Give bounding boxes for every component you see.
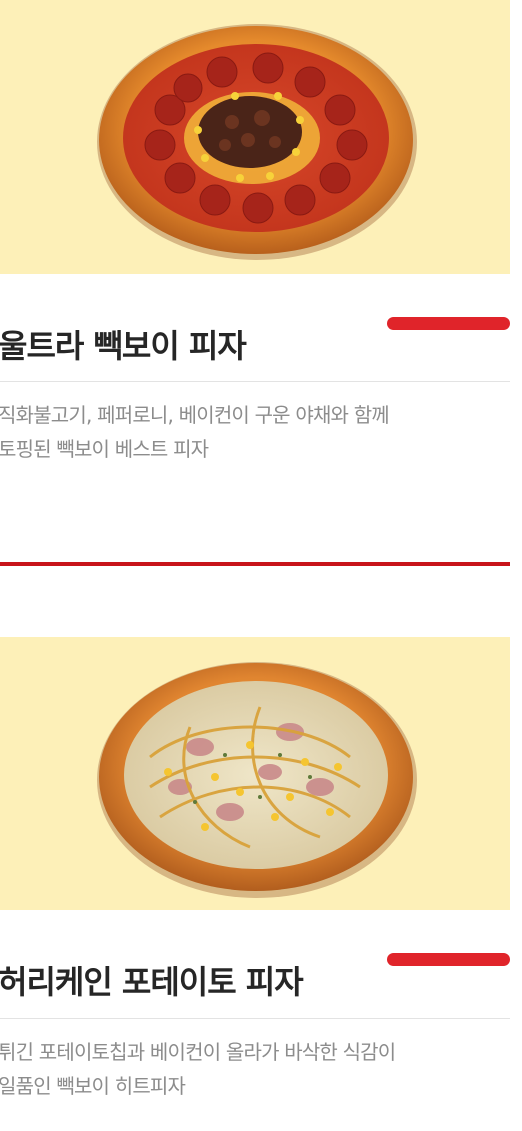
product-title: 허리케인 포테이토 피자 — [0, 963, 304, 1001]
product-title: 울트라 빽보이 피자 — [0, 327, 247, 365]
product-image-area[interactable] — [0, 637, 510, 910]
product-image-area[interactable] — [0, 0, 510, 274]
product-card[interactable]: 울트라 빽보이 피자 직화불고기, 페퍼로니, 베이컨이 구운 야채와 함께 토… — [0, 0, 510, 466]
accent-bar — [387, 317, 510, 330]
description-line: 직화불고기, 페퍼로니, 베이컨이 구운 야채와 함께 — [0, 403, 390, 427]
description-line: 토핑된 빽보이 베스트 피자 — [0, 437, 209, 461]
section-separator — [0, 562, 510, 566]
description-line: 일품인 빽보이 히트피자 — [0, 1074, 186, 1098]
accent-bar — [387, 953, 510, 966]
product-card[interactable]: 허리케인 포테이토 피자 튀긴 포테이토칩과 베이컨이 올라가 바삭한 식감이 … — [0, 637, 510, 1103]
product-description: 직화불고기, 페퍼로니, 베이컨이 구운 야채와 함께 토핑된 빽보이 베스트 … — [0, 382, 498, 466]
pizza-hurricane-image — [97, 662, 417, 898]
pizza-ultra-image — [97, 24, 417, 260]
product-description: 튀긴 포테이토칩과 베이컨이 올라가 바삭한 식감이 일품인 빽보이 히트피자 — [0, 1019, 498, 1103]
description-line: 튀긴 포테이토칩과 베이컨이 올라가 바삭한 식감이 — [0, 1040, 396, 1064]
